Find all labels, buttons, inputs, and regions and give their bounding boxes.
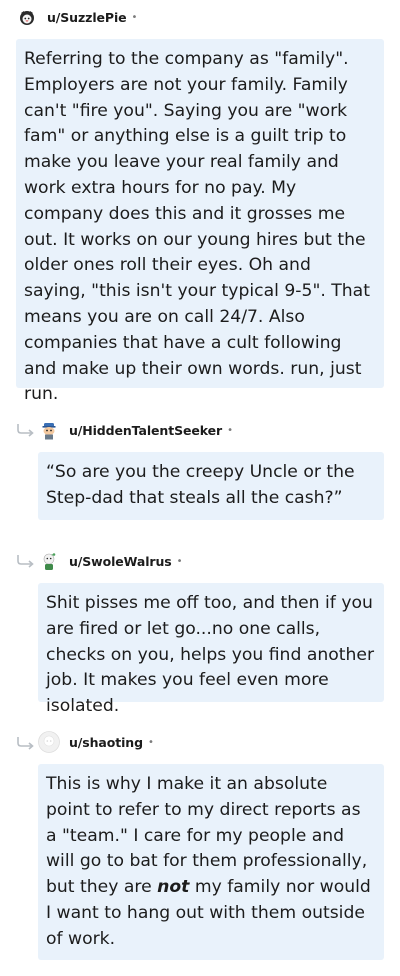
avatar[interactable] — [16, 6, 38, 28]
username[interactable]: u/HiddenTalentSeeker — [69, 423, 222, 438]
comment-body: This is why I make it an absolute point … — [38, 764, 384, 960]
comment: u/shaoting • This is why I make it an ab… — [38, 726, 384, 960]
default-avatar-icon — [38, 731, 60, 753]
comment-thread: u/SuzzlePie • Referring to the company a… — [0, 0, 400, 976]
separator-dot: • — [176, 555, 183, 567]
avatar[interactable] — [38, 419, 60, 441]
username[interactable]: u/SuzzlePie — [47, 10, 127, 25]
separator-dot: • — [131, 11, 138, 23]
comment: u/SwoleWalrus • Shit pisses me off too, … — [38, 545, 384, 716]
avatar[interactable] — [38, 550, 60, 572]
comment-header: u/HiddenTalentSeeker • — [38, 414, 384, 446]
comment: u/SuzzlePie • Referring to the company a… — [16, 1, 384, 404]
separator-dot: • — [147, 736, 154, 748]
swolewalrus-avatar-icon — [38, 550, 60, 572]
comment-header: u/SwoleWalrus • — [38, 545, 384, 577]
separator-dot: • — [227, 424, 233, 436]
reply-arrow-icon — [17, 737, 34, 750]
username[interactable]: u/shaoting — [69, 735, 143, 750]
username[interactable]: u/SwoleWalrus — [69, 554, 172, 569]
reply-arrow-icon — [17, 424, 34, 437]
avatar[interactable] — [38, 731, 60, 753]
comment-body: Referring to the company as "family". Em… — [16, 39, 384, 404]
suzzlepie-avatar-icon — [16, 6, 38, 28]
comment-header: u/SuzzlePie • — [16, 1, 384, 33]
emphasis-text: not — [157, 877, 190, 898]
reply-arrow-icon — [17, 555, 34, 568]
hiddentalentseeker-avatar-icon — [38, 419, 60, 441]
comment-body: “So are you the creepy Uncle or the Step… — [38, 452, 384, 520]
comment: u/HiddenTalentSeeker • “So are you the c… — [38, 414, 384, 520]
comment-body: Shit pisses me off too, and then if you … — [38, 583, 384, 716]
comment-header: u/shaoting • — [38, 726, 384, 758]
